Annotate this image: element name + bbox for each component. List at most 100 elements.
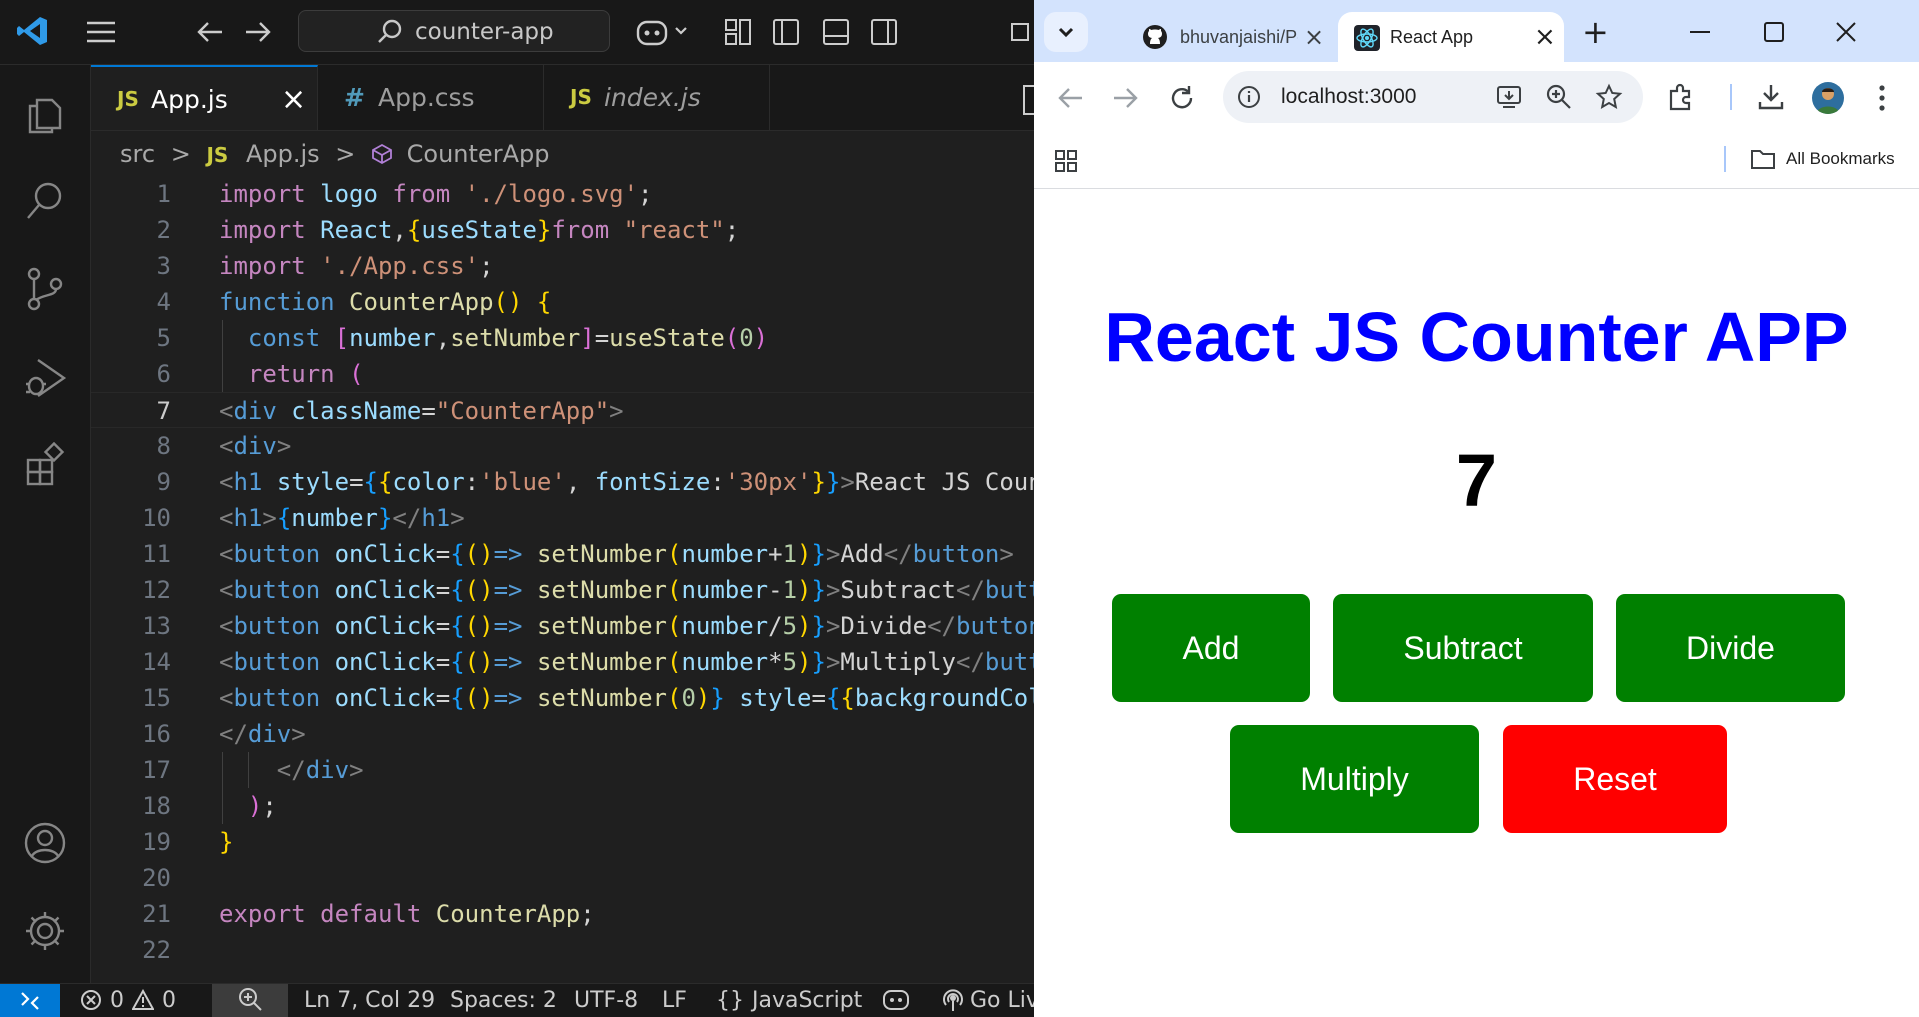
explorer-icon[interactable] — [0, 73, 90, 153]
copilot-icon[interactable] — [636, 16, 690, 48]
indentation[interactable]: Spaces: 2 — [450, 984, 557, 1017]
install-app-icon[interactable] — [1495, 83, 1523, 111]
extensions-puzzle-icon[interactable] — [1666, 82, 1696, 112]
minimize-window-icon[interactable] — [1686, 20, 1714, 44]
line-number: 13 — [142, 612, 171, 640]
browser-forward-icon[interactable] — [1112, 84, 1140, 116]
code-editor[interactable]: 1 import logo from './logo.svg'; 2 import … — [91, 174, 1034, 982]
close-tab-icon[interactable]: × — [1304, 12, 1324, 62]
language-mode[interactable]: JavaScript — [752, 984, 862, 1017]
url-text: localhost:3000 — [1281, 85, 1417, 108]
js-file-icon: JS — [570, 85, 592, 109]
line-number: 10 — [142, 504, 171, 532]
site-info-icon[interactable] — [1237, 85, 1261, 109]
tab-app-css[interactable]: # App.css — [318, 65, 544, 130]
bookmark-star-icon[interactable] — [1595, 83, 1623, 111]
customize-layout-icon[interactable] — [724, 18, 752, 46]
browser-tab-strip: bhuvanjaishi/Per × React App × + — [1034, 0, 1919, 62]
indent-guide — [222, 320, 223, 392]
command-center-search[interactable]: counter-app — [298, 10, 610, 52]
go-live-icon[interactable] — [942, 984, 964, 1017]
line-number: 9 — [156, 468, 171, 496]
language-braces-icon: {} — [716, 988, 744, 1013]
encoding[interactable]: UTF-8 — [574, 984, 638, 1017]
line-number: 16 — [142, 720, 171, 748]
toggle-panel-icon[interactable] — [822, 18, 850, 46]
minimize-window-icon[interactable] — [1010, 22, 1030, 42]
end-of-line[interactable]: LF — [662, 984, 687, 1017]
browser-back-icon[interactable] — [1056, 84, 1084, 116]
title-bar: counter-app — [0, 0, 1034, 65]
remote-indicator[interactable] — [0, 984, 60, 1017]
zoom-icon[interactable] — [212, 984, 288, 1017]
source-control-icon[interactable] — [0, 249, 90, 329]
reset-button[interactable]: Reset — [1503, 725, 1727, 833]
search-view-icon[interactable] — [0, 161, 90, 241]
downloads-icon[interactable] — [1756, 82, 1786, 112]
line-number: 12 — [142, 576, 171, 604]
extensions-icon[interactable] — [0, 425, 90, 505]
remote-icon — [21, 992, 39, 1010]
forward-arrow-icon[interactable] — [244, 20, 272, 44]
breadcrumb-separator: > — [170, 140, 191, 168]
close-tab-icon[interactable]: × — [281, 67, 306, 132]
symbol-method-icon — [371, 136, 393, 172]
close-window-icon[interactable] — [1834, 20, 1858, 44]
menu-icon[interactable] — [86, 20, 116, 44]
new-tab-button[interactable]: + — [1582, 10, 1609, 54]
run-debug-icon[interactable] — [0, 337, 90, 417]
browser-window: bhuvanjaishi/Per × React App × + localho… — [1034, 0, 1919, 1017]
breadcrumb-symbol[interactable]: CounterApp — [407, 136, 550, 172]
toggle-sidebar-icon[interactable] — [772, 18, 800, 46]
editor-tabs: JS App.js × # App.css JS index.js — [91, 65, 1034, 131]
error-icon[interactable] — [80, 984, 102, 1017]
breadcrumb-file[interactable]: App.js — [246, 136, 320, 172]
settings-gear-icon[interactable] — [0, 891, 90, 971]
tab-app-js[interactable]: JS App.js × — [91, 65, 318, 130]
all-bookmarks-label[interactable]: All Bookmarks — [1786, 134, 1895, 184]
activity-bar — [0, 65, 91, 983]
multiply-button[interactable]: Multiply — [1230, 725, 1479, 833]
line-number: 22 — [142, 936, 171, 964]
zoom-icon[interactable] — [1545, 83, 1573, 111]
page-title: React JS Counter APP — [1104, 298, 1849, 376]
line-number: 18 — [142, 792, 171, 820]
warning-count[interactable]: 0 — [162, 984, 176, 1017]
reload-icon[interactable] — [1168, 84, 1196, 116]
error-count[interactable]: 0 — [110, 984, 124, 1017]
tab-search-button[interactable] — [1044, 12, 1088, 52]
breadcrumb-folder[interactable]: src — [120, 136, 155, 172]
browser-tab-github[interactable]: bhuvanjaishi/Per × — [1098, 12, 1338, 62]
address-bar[interactable]: localhost:3000 — [1223, 71, 1643, 123]
copilot-status-icon[interactable] — [882, 984, 910, 1017]
line-number: 19 — [142, 828, 171, 856]
code-line: 19} — [91, 824, 1034, 860]
toggle-secondary-sidebar-icon[interactable] — [870, 18, 898, 46]
close-tab-icon[interactable]: × — [1534, 12, 1556, 62]
split-editor-icon[interactable] — [1023, 85, 1034, 115]
browser-menu-icon[interactable] — [1878, 84, 1886, 116]
apps-grid-icon[interactable] — [1054, 149, 1078, 173]
maximize-window-icon[interactable] — [1762, 20, 1786, 44]
browser-tab-react-app[interactable]: React App × — [1338, 12, 1564, 62]
add-button[interactable]: Add — [1112, 594, 1310, 702]
line-number: 11 — [142, 540, 171, 568]
bookmarks-divider — [1724, 146, 1726, 172]
back-arrow-icon[interactable] — [196, 20, 224, 44]
go-live-label[interactable]: Go Liv — [970, 984, 1034, 1017]
js-file-icon: JS — [117, 87, 139, 111]
code-line: 2 import React,{useState}from "react"; — [91, 212, 1034, 248]
line-number: 21 — [142, 900, 171, 928]
code-line-current: 7 <div className="CounterApp"> — [91, 392, 1034, 428]
bookmarks-bar: All Bookmarks — [1034, 134, 1919, 189]
tab-index-js[interactable]: JS index.js — [544, 65, 770, 130]
divide-button[interactable]: Divide — [1616, 594, 1845, 702]
accounts-icon[interactable] — [0, 803, 90, 883]
line-number: 7 — [156, 397, 171, 425]
cursor-position[interactable]: Ln 7, Col 29 — [304, 984, 435, 1017]
subtract-button[interactable]: Subtract — [1333, 594, 1593, 702]
code-line: 17 </div> — [91, 752, 1034, 788]
profile-avatar[interactable] — [1812, 82, 1844, 114]
warning-icon[interactable] — [131, 984, 155, 1017]
code-line: 20 — [91, 860, 1034, 896]
